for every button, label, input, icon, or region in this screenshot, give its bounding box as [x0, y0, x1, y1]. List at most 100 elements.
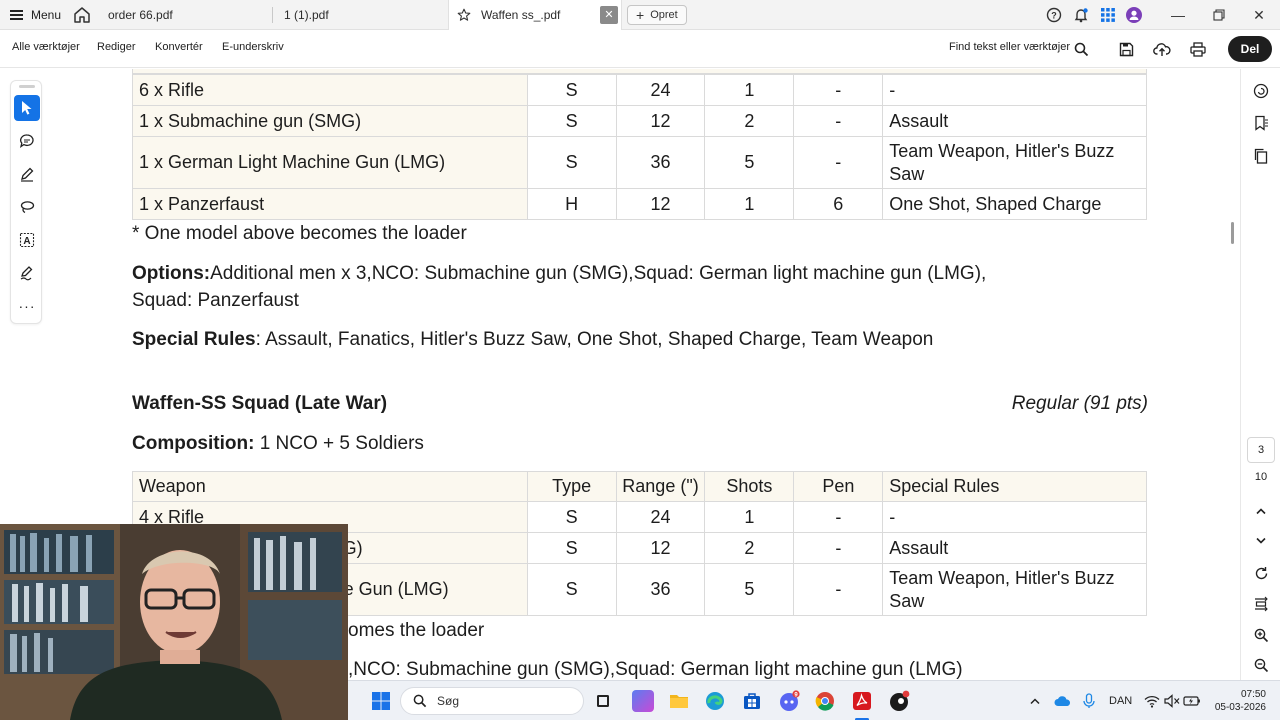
range-cell: 36 — [615, 136, 706, 189]
store-button[interactable] — [741, 690, 763, 712]
text-box-tool-button[interactable]: A — [14, 227, 40, 253]
home-button[interactable] — [72, 5, 92, 25]
tab-divider — [272, 7, 273, 23]
wifi-button[interactable] — [1141, 690, 1163, 712]
zoom-out-button[interactable] — [1252, 656, 1270, 674]
input-language[interactable]: DAN — [1109, 695, 1132, 707]
close-window-button[interactable]: ✕ — [1246, 4, 1272, 26]
edge-icon — [706, 692, 724, 710]
fill-sign-tool-button[interactable] — [14, 260, 40, 286]
total-pages: 10 — [1254, 471, 1268, 483]
esign-menu[interactable]: E-underskriv — [222, 41, 284, 53]
options-text-line1: Additional men x 3,NCO: Submachine gun (… — [210, 263, 987, 284]
close-icon: ✕ — [1253, 6, 1265, 23]
share-button[interactable]: Del — [1228, 36, 1272, 62]
battery-icon — [1183, 696, 1200, 706]
clock-date: 05-03-2026 — [1214, 702, 1266, 713]
shots-cell: 2 — [704, 105, 795, 137]
current-page-input[interactable]: 3 — [1247, 437, 1275, 463]
previous-page-button[interactable] — [1252, 502, 1270, 520]
convert-menu[interactable]: Konvertér — [155, 41, 203, 53]
rail-grip[interactable] — [19, 85, 35, 88]
pen-icon — [21, 167, 34, 182]
tab-1-1[interactable]: 1 (1).pdf — [276, 0, 448, 30]
start-button[interactable] — [370, 690, 392, 712]
onedrive-button[interactable] — [1052, 690, 1074, 712]
chrome-button[interactable] — [814, 690, 836, 712]
tray-overflow-button[interactable] — [1024, 690, 1046, 712]
search-icon — [1074, 42, 1088, 56]
range-cell: 24 — [615, 501, 706, 533]
tab-waffen-ss[interactable]: Waffen ss_.pdf — [448, 0, 622, 30]
taskbar-search[interactable]: Søg — [400, 687, 584, 715]
pen-cell: - — [793, 74, 884, 106]
range-cell: 36 — [615, 563, 706, 616]
draw-tool-button[interactable] — [14, 161, 40, 187]
notifications-button[interactable] — [1072, 6, 1090, 24]
all-tools-menu[interactable]: Alle værktøjer — [12, 41, 80, 53]
comment-tool-button[interactable] — [14, 128, 40, 154]
close-tab-button[interactable]: ✕ — [600, 6, 618, 24]
print-button[interactable] — [1188, 39, 1208, 59]
find-tools-label[interactable]: Find tekst eller værktøjer — [949, 41, 1070, 53]
acrobat-button[interactable] — [851, 690, 873, 712]
help-button[interactable]: ? — [1045, 6, 1063, 24]
table-row: 1 x Submachine gun (SMG) S 12 2 - Assaul… — [132, 105, 1147, 137]
tab-order-66[interactable]: order 66.pdf — [100, 0, 272, 30]
lasso-tool-button[interactable] — [14, 194, 40, 220]
minimize-button[interactable]: — — [1165, 4, 1191, 26]
system-clock[interactable]: 07:50 05-03-2026 — [1206, 688, 1266, 714]
zoom-out-icon — [1254, 658, 1268, 672]
scroll-mode-button[interactable] — [1252, 595, 1270, 613]
bell-icon — [1074, 8, 1088, 23]
bookmark-button[interactable] — [1252, 114, 1270, 132]
pages-button[interactable] — [1252, 147, 1270, 165]
clock-time: 07:50 — [1240, 689, 1266, 700]
file-explorer-button[interactable] — [668, 690, 690, 712]
battery-button[interactable] — [1181, 690, 1203, 712]
loader-note-partial: omes the loader — [348, 620, 485, 641]
more-tools-button[interactable]: ··· — [14, 293, 40, 319]
table-header-row: Weapon Type Range (") Shots Pen Special … — [132, 471, 1147, 502]
column-header: Pen — [793, 471, 884, 502]
profile-button[interactable] — [1125, 6, 1143, 24]
column-header: Type — [526, 471, 617, 502]
restore-button[interactable] — [1206, 4, 1232, 26]
wifi-icon — [1144, 695, 1160, 708]
task-view-button[interactable] — [592, 690, 614, 712]
upload-cloud-button[interactable] — [1152, 39, 1172, 59]
apps-button[interactable] — [1099, 6, 1117, 24]
windows-logo-icon — [372, 692, 390, 710]
right-rail: 3 10 — [1240, 69, 1280, 680]
type-cell: S — [526, 501, 617, 533]
plus-icon: + — [636, 7, 645, 23]
ai-assistant-button[interactable] — [1252, 82, 1270, 100]
avatar — [1126, 7, 1142, 23]
special-rules-cell: Assault — [882, 105, 1147, 137]
shots-cell: 2 — [704, 532, 795, 564]
save-button[interactable] — [1116, 39, 1136, 59]
chrome-icon — [815, 692, 834, 711]
teams-app-icon[interactable] — [632, 690, 654, 712]
webcam-video-frame — [0, 524, 348, 720]
type-cell: S — [526, 532, 617, 564]
refresh-button[interactable] — [1252, 564, 1270, 582]
microphone-button[interactable] — [1078, 690, 1100, 712]
shots-cell: 1 — [704, 74, 795, 106]
printer-icon — [1190, 41, 1206, 57]
tab-label: Waffen ss_.pdf — [481, 8, 561, 22]
new-tab-button[interactable]: + Opret — [627, 5, 687, 25]
pen-cell: - — [793, 136, 884, 189]
volume-button[interactable] — [1161, 690, 1183, 712]
edit-menu[interactable]: Rediger — [97, 41, 136, 53]
menu-button[interactable]: Menu — [10, 6, 61, 24]
steam-like-app-button[interactable] — [888, 690, 910, 712]
select-tool-button[interactable] — [14, 95, 40, 121]
star-icon[interactable] — [457, 8, 471, 22]
zoom-in-button[interactable] — [1252, 626, 1270, 644]
next-page-button[interactable] — [1252, 532, 1270, 550]
scrollbar-thumb[interactable] — [1231, 222, 1234, 244]
search-button[interactable] — [1071, 39, 1091, 59]
edge-browser-button[interactable] — [704, 690, 726, 712]
discord-button[interactable]: 9 — [778, 690, 800, 712]
